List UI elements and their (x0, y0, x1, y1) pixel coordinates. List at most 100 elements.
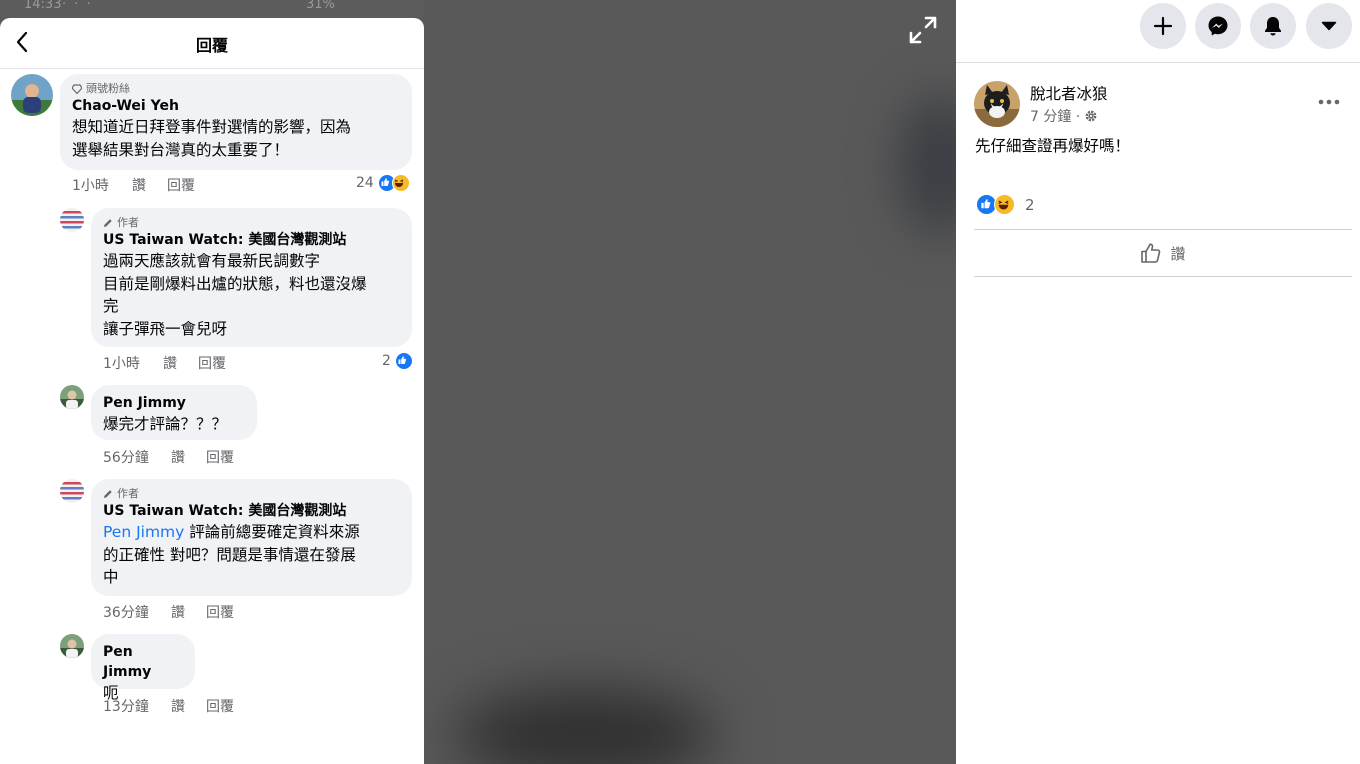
account-menu-button[interactable] (1306, 3, 1352, 49)
avatar[interactable] (11, 74, 53, 116)
gear-icon (1085, 110, 1097, 122)
status-bar: 14:33 · · · 31% (0, 0, 424, 18)
author-badge: 作者 (103, 487, 400, 501)
status-dots: · · · (62, 0, 93, 12)
like-button[interactable]: 讚 (171, 447, 206, 467)
comment-author[interactable]: Pen Jimmy (103, 642, 183, 682)
caret-down-icon (1321, 21, 1337, 31)
post-reaction-count: 2 (1025, 195, 1035, 214)
mention-link[interactable]: Pen Jimmy (103, 523, 184, 541)
comment-bubble: 作者 US Taiwan Watch: 美國台灣觀測站 過兩天應該就會有最新民調… (91, 208, 412, 347)
reaction-summary[interactable]: 2 (382, 352, 413, 370)
reply-button[interactable]: 回覆 (198, 353, 226, 373)
post-options-button[interactable] (1314, 92, 1344, 112)
comment-line: Pen Jimmy 評論前總要確定資料來源 (103, 521, 400, 544)
badge-label: 作者 (117, 216, 139, 229)
photo-blur-shape (455, 690, 715, 764)
comment-line: 讓子彈飛一會兒呀 (103, 319, 228, 338)
badge-label: 作者 (117, 487, 139, 500)
divider (974, 276, 1352, 277)
reaction-count: 2 (382, 353, 391, 369)
post-like-button[interactable]: 讚 (974, 230, 1352, 276)
comment-line: 過兩天應該就會有最新民調數字 (103, 252, 321, 270)
post-time[interactable]: 7 分鐘 · (1030, 106, 1080, 126)
comment-line: 完 (103, 297, 119, 315)
author-badge: 作者 (103, 216, 400, 230)
top-fan-badge: 頭號粉絲 (72, 82, 400, 96)
badge-label: 頭號粉絲 (86, 82, 130, 95)
comment-bubble: 作者 US Taiwan Watch: 美國台灣觀測站 Pen Jimmy 評論… (91, 479, 412, 596)
reply-button[interactable]: 回覆 (206, 602, 234, 622)
like-button[interactable]: 讚 (171, 602, 206, 622)
comment-meta: 1小時 讚 回覆 (72, 175, 195, 195)
reaction-summary[interactable]: 24 (356, 174, 410, 192)
create-button[interactable] (1140, 3, 1186, 49)
expand-icon (909, 16, 937, 44)
post-author-name[interactable]: 脫北者冰狼 (1030, 82, 1108, 104)
status-time: 14:33 (24, 0, 62, 12)
post-like-label: 讚 (1170, 244, 1186, 263)
comment-meta: 36分鐘 讚 回覆 (103, 602, 234, 622)
comment-author[interactable]: Pen Jimmy (103, 393, 245, 413)
comment-author[interactable]: Chao-Wei Yeh (72, 96, 400, 116)
comment-time[interactable]: 36分鐘 (103, 602, 171, 622)
comment-bubble: Pen Jimmy 呃 (91, 634, 195, 702)
haha-reaction-icon (994, 194, 1015, 215)
like-button[interactable]: 讚 (163, 353, 198, 373)
comment-line: 中 (103, 568, 119, 586)
comment-author[interactable]: US Taiwan Watch: 美國台灣觀測站 (103, 501, 400, 521)
comment-meta: 56分鐘 讚 回覆 (103, 447, 234, 467)
like-button[interactable]: 讚 (132, 175, 167, 195)
comment-line: 想知道近日拜登事件對選情的影響，因為 (72, 118, 352, 136)
pencil-icon (104, 490, 112, 498)
post-meta: 7 分鐘 · (1030, 106, 1098, 126)
comment-time[interactable]: 13分鐘 (103, 696, 171, 716)
avatar[interactable] (60, 385, 84, 409)
haha-reaction-icon (391, 174, 410, 192)
bell-icon (1265, 17, 1281, 36)
plus-icon (1153, 16, 1173, 36)
comment-text: 爆完才評論？？？ (103, 415, 228, 433)
post-author-avatar[interactable] (974, 81, 1020, 127)
reply-button[interactable]: 回覆 (206, 696, 234, 716)
photo-blur-shape (900, 95, 956, 235)
comment-bubble: 頭號粉絲 Chao-Wei Yeh 想知道近日拜登事件對選情的影響，因為 選舉結… (60, 74, 412, 170)
top-bar (956, 0, 1360, 63)
comment-text: 過兩天應該就會有最新民調數字 目前是剛爆料出爐的狀態，料也還沒爆 完 讓子彈飛一… (103, 250, 400, 340)
comment-meta: 13分鐘 讚 回覆 (103, 696, 234, 716)
replies-header: 回覆 (0, 18, 424, 69)
comment-time[interactable]: 1小時 (103, 353, 163, 373)
diamond-icon (72, 84, 82, 94)
avatar[interactable] (60, 479, 84, 503)
thumbs-up-icon (1141, 243, 1161, 263)
messenger-button[interactable] (1195, 3, 1241, 49)
comment-time[interactable]: 56分鐘 (103, 447, 171, 467)
comment-meta: 1小時 讚 回覆 (103, 353, 226, 373)
reaction-count: 24 (356, 175, 374, 191)
comment-bubble: Pen Jimmy 爆完才評論？？？ (91, 385, 257, 440)
post-reaction-summary[interactable]: 2 (976, 194, 1035, 215)
avatar[interactable] (60, 208, 84, 232)
comment-author[interactable]: US Taiwan Watch: 美國台灣觀測站 (103, 230, 400, 250)
reply-button[interactable]: 回覆 (167, 175, 195, 195)
pencil-icon (104, 219, 112, 227)
replies-panel: 回覆 頭號粉絲 Chao-Wei Yeh 想知道近日拜登事件對選情的影響，因為 … (0, 18, 424, 764)
comment-line: 目前是剛爆料出爐的狀態，料也還沒爆 (103, 274, 367, 293)
comment-line: 的正確性 對吧？問題是事情還在發展 (103, 545, 356, 564)
comment-text: Pen Jimmy 評論前總要確定資料來源 的正確性 對吧？問題是事情還在發展 … (103, 521, 400, 589)
like-button[interactable]: 讚 (171, 696, 206, 716)
messenger-icon (1208, 16, 1228, 36)
expand-button[interactable] (906, 13, 940, 47)
comment-time[interactable]: 1小時 (72, 175, 132, 195)
comment-line: 選舉結果對台灣真的太重要了！ (72, 140, 290, 159)
post-text: 先仔細查證再爆好嗎！ (975, 137, 1131, 155)
like-reaction-icon (394, 352, 413, 370)
avatar[interactable] (60, 634, 84, 658)
status-battery: 31% (306, 0, 335, 12)
more-horizontal-icon (1318, 99, 1340, 105)
comment-line-text: 評論前總要確定資料來源 (184, 523, 360, 541)
post-panel: 脫北者冰狼 7 分鐘 · 先仔細查證再爆好嗎！ 2 讚 (956, 0, 1360, 764)
replies-title: 回覆 (195, 36, 228, 55)
reply-button[interactable]: 回覆 (206, 447, 234, 467)
notifications-button[interactable] (1250, 3, 1296, 49)
